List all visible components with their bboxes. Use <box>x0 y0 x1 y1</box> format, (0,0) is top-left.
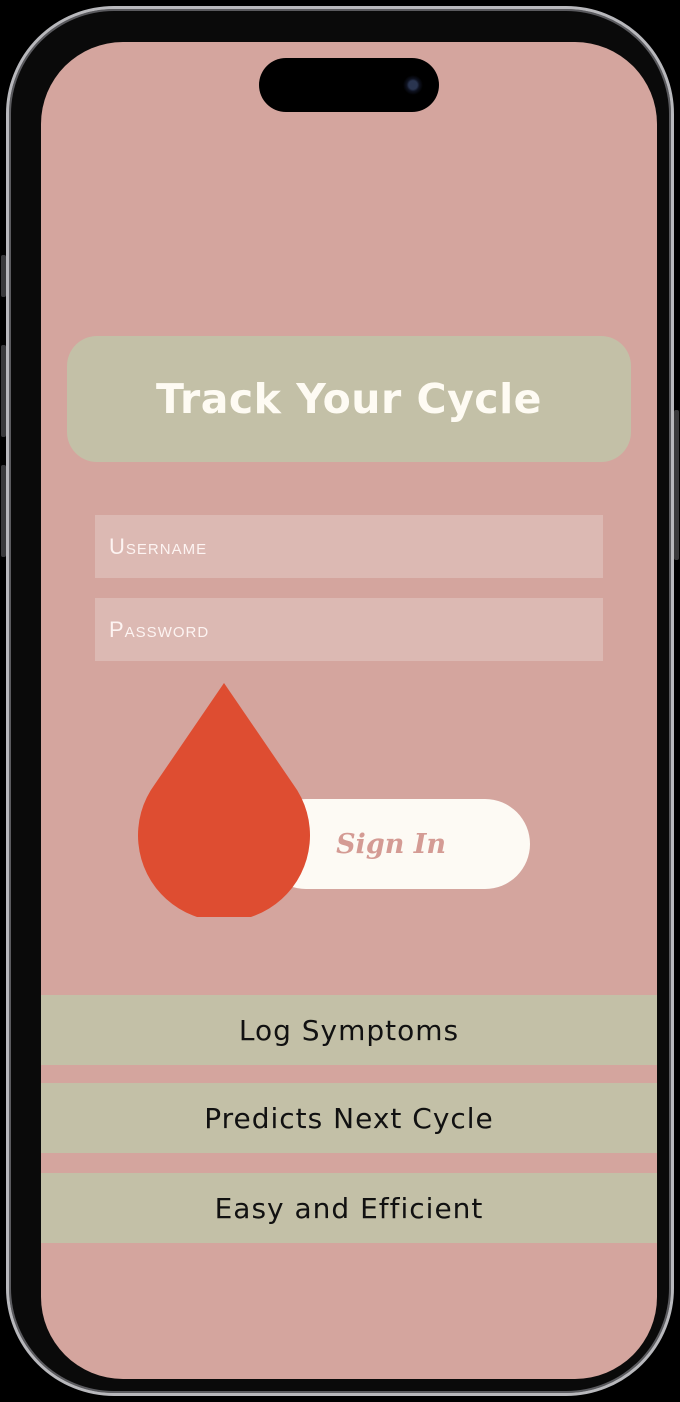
feature-label: Predicts Next Cycle <box>204 1101 494 1135</box>
feature-label: Log Symptoms <box>238 1013 460 1047</box>
page-title: Track Your Cycle <box>156 375 542 423</box>
feature-label: Easy and Efficient <box>214 1191 484 1225</box>
feature-easy-and-efficient: Easy and Efficient <box>41 1173 657 1243</box>
power-button <box>674 410 679 560</box>
volume-up-button <box>1 345 6 437</box>
title-card: Track Your Cycle <box>67 336 631 462</box>
app-screen: Track Your Cycle Sign In Log Symptoms Pr… <box>41 42 657 1379</box>
phone-frame: Track Your Cycle Sign In Log Symptoms Pr… <box>6 6 674 1396</box>
feature-log-symptoms: Log Symptoms <box>41 995 657 1065</box>
action-button <box>1 255 6 297</box>
password-field[interactable] <box>95 598 603 661</box>
feature-predicts-next-cycle: Predicts Next Cycle <box>41 1083 657 1153</box>
camera-icon <box>403 75 423 95</box>
sign-in-label: Sign In <box>336 828 446 860</box>
dynamic-island <box>259 58 439 112</box>
volume-down-button <box>1 465 6 557</box>
blood-drop-icon[interactable] <box>138 681 310 917</box>
username-field[interactable] <box>95 515 603 578</box>
